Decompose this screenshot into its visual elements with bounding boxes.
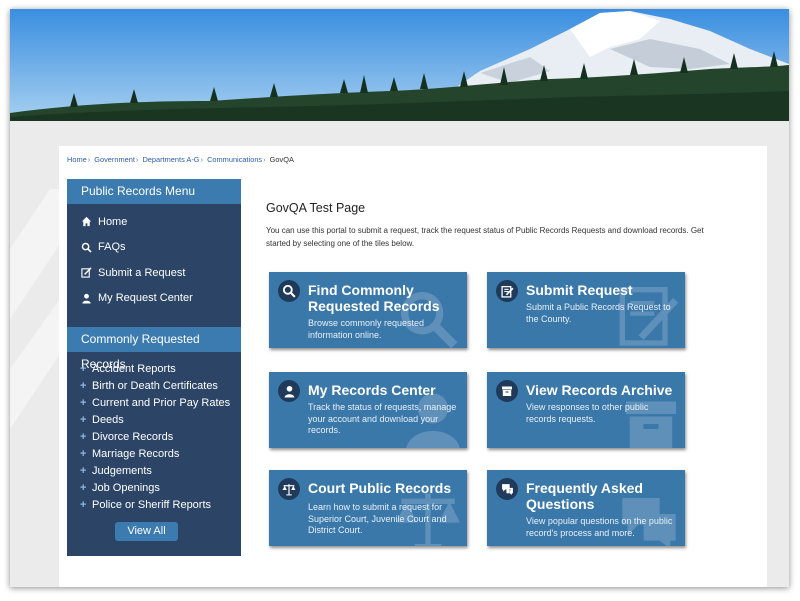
public-records-sidebar: Public Records Menu Home FAQs Submit a R… [67, 179, 241, 556]
search-icon [278, 280, 300, 302]
breadcrumb-home[interactable]: Home [67, 155, 87, 164]
menu-heading: Public Records Menu [67, 179, 241, 204]
edit-icon [80, 267, 92, 279]
breadcrumb-departments[interactable]: Departments A-G [142, 155, 199, 164]
record-link-label: Divorce Records [92, 430, 174, 443]
menu-item-home[interactable]: Home [67, 209, 241, 235]
menu-item-my-request-center[interactable]: My Request Center [67, 286, 241, 312]
tile-description: Browse commonly requested information on… [308, 318, 425, 340]
breadcrumb-current: GovQA [269, 155, 294, 164]
record-link-divorce[interactable]: + Divorce Records [67, 428, 241, 445]
plus-icon: + [80, 362, 87, 375]
form-icon [496, 280, 518, 302]
tile-my-records-center[interactable]: My Records Center Track the status of re… [269, 372, 467, 448]
tile-find-records[interactable]: Find Commonly Requested Records Browse c… [269, 272, 467, 348]
view-all-button[interactable]: View All [115, 522, 178, 541]
tile-title: View Records Archive [526, 382, 673, 398]
record-link-judgements[interactable]: + Judgements [67, 462, 241, 479]
record-link-label: Police or Sheriff Reports [92, 498, 212, 511]
record-link-label: Birth or Death Certificates [92, 379, 218, 392]
tile-description: View responses to other public records r… [526, 402, 649, 424]
tile-title: Court Public Records [308, 480, 452, 496]
record-link-label: Judgements [92, 464, 152, 477]
intro-text: You can use this portal to submit a requ… [266, 226, 704, 248]
plus-icon: + [80, 498, 87, 511]
browser-viewport: Home› Government› Departments A-G› Commu… [10, 9, 789, 587]
record-link-label: Current and Prior Pay Rates [92, 396, 231, 409]
records-heading: Commonly Requested Records [67, 327, 241, 371]
record-link-police-reports[interactable]: + Police or Sheriff Reports [67, 496, 241, 513]
breadcrumb-government[interactable]: Government [94, 155, 135, 164]
chat-question-icon: ? [496, 478, 518, 500]
tile-title: My Records Center [308, 382, 436, 398]
tile-title: Submit Request [526, 282, 633, 298]
record-link-deeds[interactable]: + Deeds [67, 411, 241, 428]
record-link-birth-death[interactable]: + Birth or Death Certificates [67, 377, 241, 394]
tile-frequently-asked-questions[interactable]: ? Frequently Asked Questions View popula… [487, 470, 685, 546]
mountain-banner-image [10, 9, 789, 121]
mountain-banner [10, 9, 789, 121]
breadcrumb: Home› Government› Departments A-G› Commu… [67, 155, 294, 164]
svg-text:?: ? [508, 488, 510, 494]
menu-item-faqs[interactable]: FAQs [67, 235, 241, 261]
tile-court-public-records[interactable]: Court Public Records Learn how to submit… [269, 470, 467, 546]
tile-submit-request[interactable]: Submit Request Submit a Public Records R… [487, 272, 685, 348]
tile-title: Find Commonly Requested Records [308, 282, 440, 314]
record-link-marriage[interactable]: + Marriage Records [67, 445, 241, 462]
search-icon [80, 241, 92, 253]
tile-description: View popular questions on the public rec… [526, 516, 673, 538]
breadcrumb-communications[interactable]: Communications [207, 155, 262, 164]
record-link-label: Marriage Records [92, 447, 180, 460]
record-link-label: Accident Reports [92, 362, 176, 375]
user-icon [278, 380, 300, 402]
plus-icon: + [80, 464, 87, 477]
menu-item-label: Submit a Request [98, 266, 186, 279]
scales-icon [278, 478, 300, 500]
public-records-menu: Home FAQs Submit a Request My Request Ce… [67, 204, 241, 327]
menu-item-submit-request[interactable]: Submit a Request [67, 260, 241, 286]
record-link-label: Job Openings [92, 481, 160, 494]
record-link-label: Deeds [92, 413, 124, 426]
plus-icon: + [80, 447, 87, 460]
user-icon [80, 292, 92, 304]
record-link-accident-reports[interactable]: + Accident Reports [67, 360, 241, 377]
tile-title: Frequently Asked Questions [526, 480, 643, 512]
tile-view-records-archive[interactable]: View Records Archive View responses to o… [487, 372, 685, 448]
tile-description: Track the status of requests, manage you… [308, 402, 457, 435]
plus-icon: + [80, 481, 87, 494]
tile-description: Submit a Public Records Request to the C… [526, 302, 671, 324]
plus-icon: + [80, 413, 87, 426]
plus-icon: + [80, 379, 87, 392]
menu-item-label: My Request Center [98, 292, 193, 305]
plus-icon: + [80, 396, 87, 409]
content-panel: Home› Government› Departments A-G› Commu… [59, 146, 767, 587]
home-icon [80, 216, 92, 228]
page-title: GovQA Test Page [266, 201, 366, 215]
tile-description: Learn how to submit a request for Superi… [308, 502, 447, 535]
menu-item-label: FAQs [98, 241, 126, 254]
menu-item-label: Home [98, 215, 128, 228]
record-link-job-openings[interactable]: + Job Openings [67, 479, 241, 496]
plus-icon: + [80, 430, 87, 443]
archive-icon [496, 380, 518, 402]
record-link-pay-rates[interactable]: + Current and Prior Pay Rates [67, 394, 241, 411]
